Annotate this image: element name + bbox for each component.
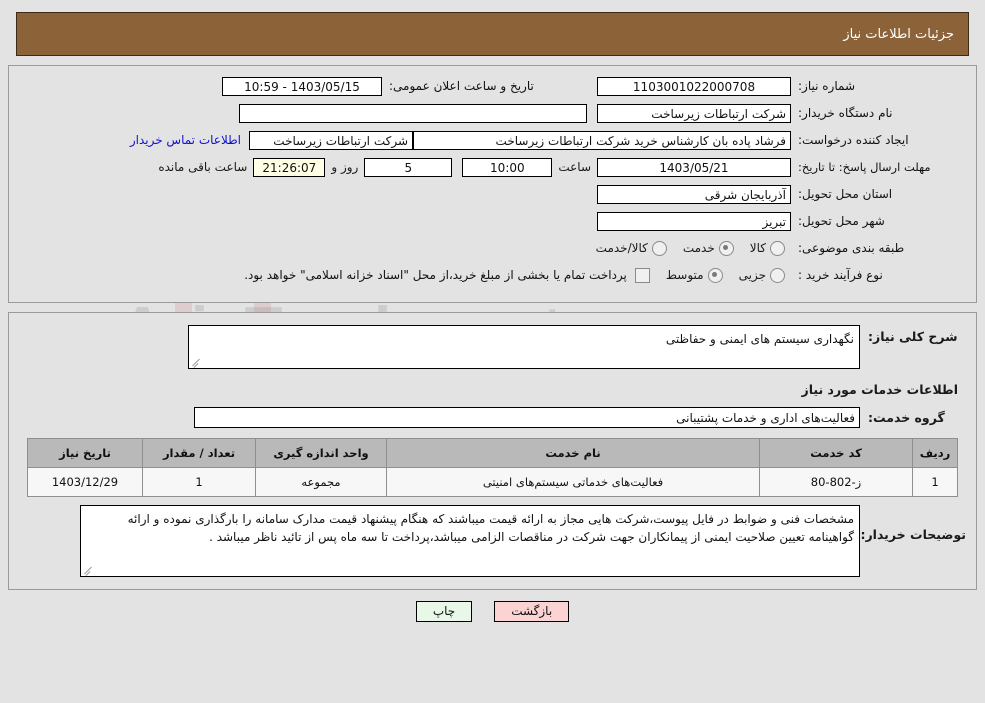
buyer-contact-link[interactable]: اطلاعات تماس خریدار [122,133,249,147]
buyer-org-secondary-value: شرکت ارتباطات زیرساخت [249,130,413,150]
islamic-treasury-note: پرداخت تمام یا بخشی از مبلغ خرید،از محل … [244,268,627,282]
general-desc-value: نگهداری سیستم های ایمنی و حفاظتی [665,332,854,346]
deadline-label: مهلت ارسال پاسخ: تا تاریخ: [798,160,931,174]
service-group-label: گروه خدمت: [868,410,945,425]
buyer-org-value: شرکت ارتباطات زیرساخت [597,103,791,123]
general-desc-row: شرح کلی نیاز: نگهداری سیستم های ایمنی و … [19,325,966,369]
province-value: آذربایجان شرقی [597,184,791,204]
announce-datetime-label: تاریخ و ساعت اعلان عمومی: [389,79,534,93]
creator-label: ایجاد کننده درخواست: [798,133,909,147]
need-number-label: شماره نیاز: [798,79,855,93]
remaining-days-label: روز و [331,160,359,174]
print-button[interactable]: چاپ [415,601,473,622]
col-header-row-number: ردیف [912,438,958,468]
cell-service-name: فعالیت‌های خدماتی سیستم‌های امنیتی [386,467,760,497]
radio-category-service-label: خدمت [682,241,715,255]
page-title: جزئیات اطلاعات نیاز [843,26,954,42]
cell-row-number: 1 [912,467,958,497]
buyer-org-label: نام دستگاه خریدار: [798,106,893,120]
buyer-org-row: نام دستگاه خریدار: شرکت ارتباطات زیرساخت [19,101,966,125]
service-group-value-text: فعالیت‌های اداری و خدمات پشتیبانی [676,411,855,425]
province-label: استان محل تحویل: [798,187,893,201]
need-number-value: 1103001022000708 [597,76,791,96]
page-header: جزئیات اطلاعات نیاز [16,12,969,56]
back-button[interactable]: بازگشت [494,601,570,622]
creator-value: فرشاد پاده بان کارشناس خرید شرکت ارتباطا… [413,130,791,150]
general-desc-label: شرح کلی نیاز: [868,329,958,344]
resize-handle-icon[interactable] [83,565,93,576]
buyer-notes-textarea[interactable]: مشخصات فنی و ضوابط در فایل پیوست،شرکت ها… [80,505,860,577]
deadline-hour-label: ساعت [558,160,591,174]
radio-category-goods-service[interactable] [651,240,667,256]
province-row: استان محل تحویل: آذربایجان شرقی [19,182,966,206]
radio-category-goods-service-label: کالا/خدمت [595,241,648,255]
radio-process-medium[interactable] [707,267,723,283]
radio-process-minor[interactable] [770,267,785,283]
cell-unit: مجموعه [255,467,387,497]
buyer-notes-label: توضیحات خریدار: [860,527,966,542]
remaining-time-countdown: 21:26:07 [253,157,326,177]
col-header-need-date: تاریخ نیاز [27,438,143,468]
cell-service-code: ز-802-80 [759,467,913,497]
deadline-hour-value: 10:00 [462,157,553,177]
city-value: تبریز [597,211,791,231]
radio-process-medium-label: متوسط [665,268,704,282]
remaining-days-value: 5 [364,157,453,177]
city-label: شهر محل تحویل: [798,214,885,228]
deadline-row: مهلت ارسال پاسخ: تا تاریخ: 1403/05/21 سا… [19,155,966,179]
buyer-notes-row: توضیحات خریدار: مشخصات فنی و ضوابط در فا… [19,505,966,577]
need-info-panel: شماره نیاز: 1103001022000708 تاریخ و ساع… [8,65,977,303]
service-group-row: گروه خدمت: فعالیت‌های اداری و خدمات پشتی… [19,407,966,428]
radio-category-goods[interactable] [770,240,785,256]
need-number-row: شماره نیاز: 1103001022000708 تاریخ و ساع… [19,74,966,98]
services-section-title: اطلاعات خدمات مورد نیاز [801,382,959,397]
col-header-quantity: تعداد / مقدار [142,438,256,468]
category-label: طبقه بندی موضوعی: [798,241,905,255]
process-label: نوع فرآیند خرید : [798,268,883,282]
checkbox-islamic-treasury-bonds[interactable] [634,267,650,283]
cell-need-date: 1403/12/29 [27,467,143,497]
service-group-value: فعالیت‌های اداری و خدمات پشتیبانی [194,407,860,428]
action-button-bar: بازگشت چاپ [0,601,985,622]
buyer-notes-value: مشخصات فنی و ضوابط در فایل پیوست،شرکت ها… [127,512,854,544]
category-row: طبقه بندی موضوعی: کالا خدمت کالا/خدمت [19,236,966,260]
deadline-date-value: 1403/05/21 [597,157,791,177]
table-row: 1 ز-802-80 فعالیت‌های خدماتی سیستم‌های ا… [27,467,958,497]
announce-datetime-value: 1403/05/15 - 10:59 [222,76,382,96]
creator-row: ایجاد کننده درخواست: فرشاد پاده بان کارش… [19,128,966,152]
radio-process-minor-label: جزیی [738,268,766,282]
page-root: جزئیات اطلاعات نیاز شماره نیاز: 11030010… [0,12,985,622]
process-row: نوع فرآیند خرید : جزیی متوسط پرداخت تمام… [19,263,966,287]
table-header-row: ردیف کد خدمت نام خدمت واحد اندازه گیری ت… [27,438,958,468]
radio-category-service[interactable] [718,240,734,256]
col-header-unit: واحد اندازه گیری [255,438,387,468]
resize-handle-icon[interactable] [191,357,201,368]
need-details-panel: شرح کلی نیاز: نگهداری سیستم های ایمنی و … [8,312,977,590]
col-header-service-code: کد خدمت [759,438,913,468]
buyer-org-extra-field [239,103,587,123]
radio-category-goods-label: کالا [749,241,766,255]
cell-quantity: 1 [142,467,256,497]
col-header-service-name: نام خدمت [386,438,760,468]
city-row: شهر محل تحویل: تبریز [19,209,966,233]
service-items-table: ردیف کد خدمت نام خدمت واحد اندازه گیری ت… [27,438,958,497]
remaining-time-label: ساعت باقی مانده [158,160,248,174]
general-desc-textarea[interactable]: نگهداری سیستم های ایمنی و حفاظتی [188,325,860,369]
